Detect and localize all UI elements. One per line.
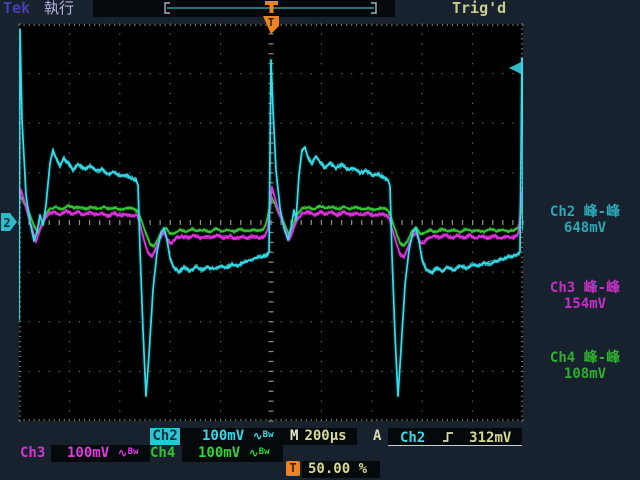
- measurement-ch4-label: 峰-峰: [584, 350, 620, 366]
- measurement-ch4-channel: Ch4: [550, 350, 575, 366]
- measurement-ch2-value: 648mV: [530, 220, 640, 236]
- measurement-ch3-value: 154mV: [530, 296, 640, 312]
- measurement-ch3-channel: Ch3: [550, 280, 575, 296]
- trigger-level-value: 312mV: [469, 430, 511, 446]
- timebase-readout: M 200µs: [287, 428, 357, 445]
- bandwidth-limit-icon: Bw: [259, 447, 270, 457]
- record-view-strip: [93, 0, 395, 17]
- measurement-ch4-value: 108mV: [530, 366, 640, 382]
- ch4-label: Ch4: [150, 445, 175, 462]
- ch4-scale-value: 100mV: [198, 445, 240, 461]
- ch2-ground-marker-label: 2: [3, 216, 10, 230]
- trigger-readout: Ch2 312mV: [388, 428, 522, 446]
- ch3-scale-readout: 100mV ∿Bw: [51, 445, 150, 462]
- ch3-label: Ch3: [20, 445, 45, 462]
- brand-logo: Tek: [3, 0, 30, 17]
- measurement-ch2: Ch2 峰-峰 648mV: [530, 204, 640, 236]
- ch2-scale-value: 100mV: [202, 428, 244, 444]
- timebase-label: M: [290, 428, 298, 444]
- ch2-ground-marker: 2: [1, 213, 17, 231]
- measurement-ch2-label: 峰-峰: [584, 204, 620, 220]
- ch3-scale-value: 100mV: [67, 445, 109, 461]
- trigger-source: Ch2: [400, 430, 425, 446]
- bandwidth-limit-icon: Bw: [128, 447, 139, 457]
- trigger-prefix: A: [373, 428, 381, 445]
- acquisition-status: 執行: [44, 0, 74, 17]
- timebase-value: 200µs: [304, 428, 346, 444]
- measurement-ch4: Ch4 峰-峰 108mV: [530, 350, 640, 382]
- bandwidth-limit-icon: Bw: [263, 430, 274, 440]
- measurement-ch2-channel: Ch2: [550, 204, 575, 220]
- ac-coupling-icon: ∿: [249, 446, 259, 460]
- horizontal-position-readout: 50.00 %: [302, 461, 380, 478]
- ch4-scale-readout: 100mV ∿Bw: [182, 445, 283, 462]
- measurement-ch3: Ch3 峰-峰 154mV: [530, 280, 640, 312]
- ac-coupling-icon: ∿: [118, 446, 128, 460]
- rising-edge-icon: [442, 430, 455, 444]
- plot-area: [19, 24, 523, 421]
- trigger-status: Trig'd: [452, 0, 506, 17]
- hpos-trigger-icon: T: [286, 461, 300, 476]
- ch2-badge: Ch2: [150, 428, 180, 445]
- oscilloscope-screen: Tek 執行 Trig'd T 2 Ch2 峰: [0, 0, 640, 480]
- measurement-ch3-label: 峰-峰: [584, 280, 620, 296]
- ac-coupling-icon: ∿: [253, 429, 263, 443]
- ch2-scale-readout: 100mV ∿Bw: [180, 428, 287, 445]
